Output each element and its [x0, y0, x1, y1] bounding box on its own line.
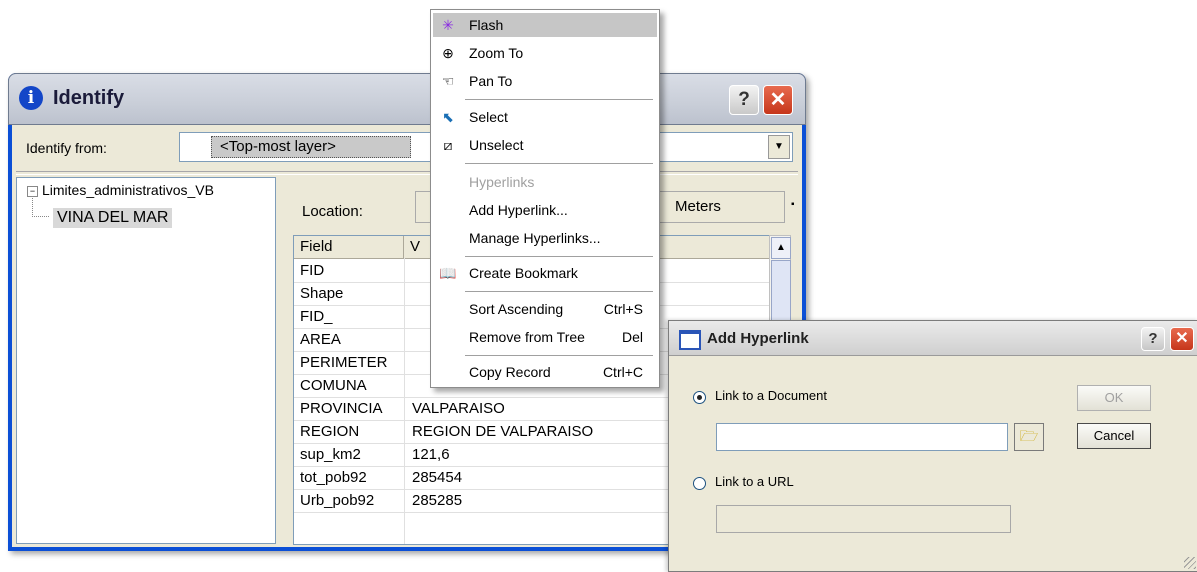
add-hyperlink-dialog: Add Hyperlink ? ✕ Link to a Document 🗁 L… [668, 320, 1197, 572]
menu-separator [465, 291, 653, 292]
cancel-button[interactable]: Cancel [1077, 423, 1151, 449]
zoom-icon: ⊕ [442, 45, 454, 61]
menu-item-label: Zoom To [469, 45, 524, 61]
menu-separator [465, 256, 653, 257]
resize-grip-icon[interactable] [1184, 557, 1196, 569]
scroll-up-icon[interactable]: ▲ [771, 237, 791, 259]
menu-item-hyperlinks: Hyperlinks [433, 170, 657, 194]
menu-item-sort-ascending[interactable]: Sort Ascending Ctrl+S [433, 297, 657, 321]
results-tree: − Limites_administrativos_VB VINA DEL MAR [16, 177, 276, 544]
chevron-down-icon[interactable]: ▼ [768, 135, 790, 159]
document-path-input[interactable] [716, 423, 1008, 451]
url-input[interactable] [716, 505, 1011, 533]
menu-item-label: Manage Hyperlinks... [469, 230, 601, 246]
link-document-label[interactable]: Link to a Document [715, 388, 827, 403]
menu-item-label: Add Hyperlink... [469, 202, 568, 218]
context-menu: ✳ Flash ⊕ Zoom To ☜ Pan To ⬉ Select ⧄ Un… [430, 9, 660, 388]
field-name: tot_pob92 [300, 469, 367, 486]
menu-item-add-hyperlink[interactable]: Add Hyperlink... [433, 198, 657, 222]
field-value: REGION DE VALPARAISO [412, 423, 594, 440]
menu-item-pan-to[interactable]: ☜ Pan To [433, 69, 657, 93]
menu-item-copy-record[interactable]: Copy Record Ctrl+C [433, 360, 657, 384]
flash-icon: ✳ [442, 17, 454, 33]
menu-item-shortcut: Ctrl+S [603, 301, 643, 317]
tree-item-feature[interactable]: VINA DEL MAR [53, 208, 173, 228]
ok-button[interactable]: OK [1077, 385, 1151, 411]
close-button[interactable]: ✕ [1170, 327, 1194, 351]
menu-item-label: Create Bookmark [469, 265, 578, 281]
hand-icon: ☜ [441, 73, 455, 89]
menu-item-zoom-to[interactable]: ⊕ Zoom To [433, 41, 657, 65]
field-name: Urb_pob92 [300, 492, 375, 509]
field-name: PERIMETER [300, 354, 388, 371]
column-header-field[interactable]: Field [294, 236, 404, 258]
unselect-icon: ⧄ [443, 137, 453, 153]
field-name: Shape [300, 285, 344, 302]
field-value: 285454 [412, 469, 463, 486]
field-value: 121,6 [412, 446, 450, 463]
menu-item-create-bookmark[interactable]: 📖 Create Bookmark [433, 261, 657, 285]
field-name: COMUNA [300, 377, 367, 394]
divider [16, 171, 798, 175]
close-button[interactable]: ✕ [763, 85, 793, 115]
info-icon: i [19, 86, 43, 110]
tree-connector [32, 196, 49, 217]
link-url-label[interactable]: Link to a URL [715, 474, 794, 489]
column-header-value[interactable]: V [404, 236, 420, 258]
menu-item-label: Unselect [469, 137, 524, 153]
window-icon [679, 330, 701, 350]
menu-separator [465, 99, 653, 100]
tree-item-layer[interactable]: − Limites_administrativos_VB [27, 182, 214, 198]
menu-item-shortcut: Del [621, 329, 643, 345]
identify-from-label: Identify from: [26, 140, 107, 156]
field-name: AREA [300, 331, 341, 348]
field-name: REGION [300, 423, 360, 440]
help-button[interactable]: ? [1141, 327, 1165, 351]
field-name: PROVINCIA [300, 400, 383, 417]
tree-layer-label: Limites_administrativos_VB [42, 182, 214, 198]
select-icon: ⬉ [442, 109, 454, 125]
add-hyperlink-title: Add Hyperlink [707, 330, 809, 347]
help-button[interactable]: ? [729, 85, 759, 115]
menu-item-label: Sort Ascending [469, 301, 564, 317]
pin-icon[interactable]: ▪ [791, 199, 795, 210]
location-label: Location: [302, 203, 363, 220]
field-name: sup_km2 [300, 446, 361, 463]
menu-item-manage-hyperlinks[interactable]: Manage Hyperlinks... [433, 226, 657, 250]
menu-item-label: Remove from Tree [469, 329, 585, 345]
menu-item-shortcut: Ctrl+C [602, 364, 643, 380]
menu-item-label: Flash [469, 17, 504, 33]
identify-title: Identify [53, 87, 125, 109]
location-units: Meters [675, 198, 721, 215]
menu-item-label: Select [469, 109, 508, 125]
bookmark-icon: 📖 [439, 265, 457, 281]
menu-item-flash[interactable]: ✳ Flash [433, 13, 657, 37]
menu-item-label: Hyperlinks [469, 174, 535, 190]
field-name: FID_ [300, 308, 333, 325]
identify-from-value: <Top-most layer> [211, 136, 411, 158]
menu-separator [465, 163, 653, 164]
menu-item-label: Copy Record [469, 364, 551, 380]
link-url-radio[interactable] [693, 477, 706, 490]
link-document-radio[interactable] [693, 391, 706, 404]
field-value: 285285 [412, 492, 463, 509]
menu-item-label: Pan To [469, 73, 513, 89]
menu-separator [465, 355, 653, 356]
add-hyperlink-titlebar[interactable]: Add Hyperlink ? ✕ [669, 321, 1197, 356]
identify-titlebar[interactable]: i Identify ? ✕ [8, 73, 806, 125]
field-value: VALPARAISO [412, 400, 505, 417]
field-name: FID [300, 262, 325, 279]
menu-item-unselect[interactable]: ⧄ Unselect [433, 133, 657, 157]
menu-item-remove-from-tree[interactable]: Remove from Tree Del [433, 325, 657, 349]
menu-item-select[interactable]: ⬉ Select [433, 105, 657, 129]
folder-open-icon[interactable]: 🗁 [1014, 423, 1044, 451]
